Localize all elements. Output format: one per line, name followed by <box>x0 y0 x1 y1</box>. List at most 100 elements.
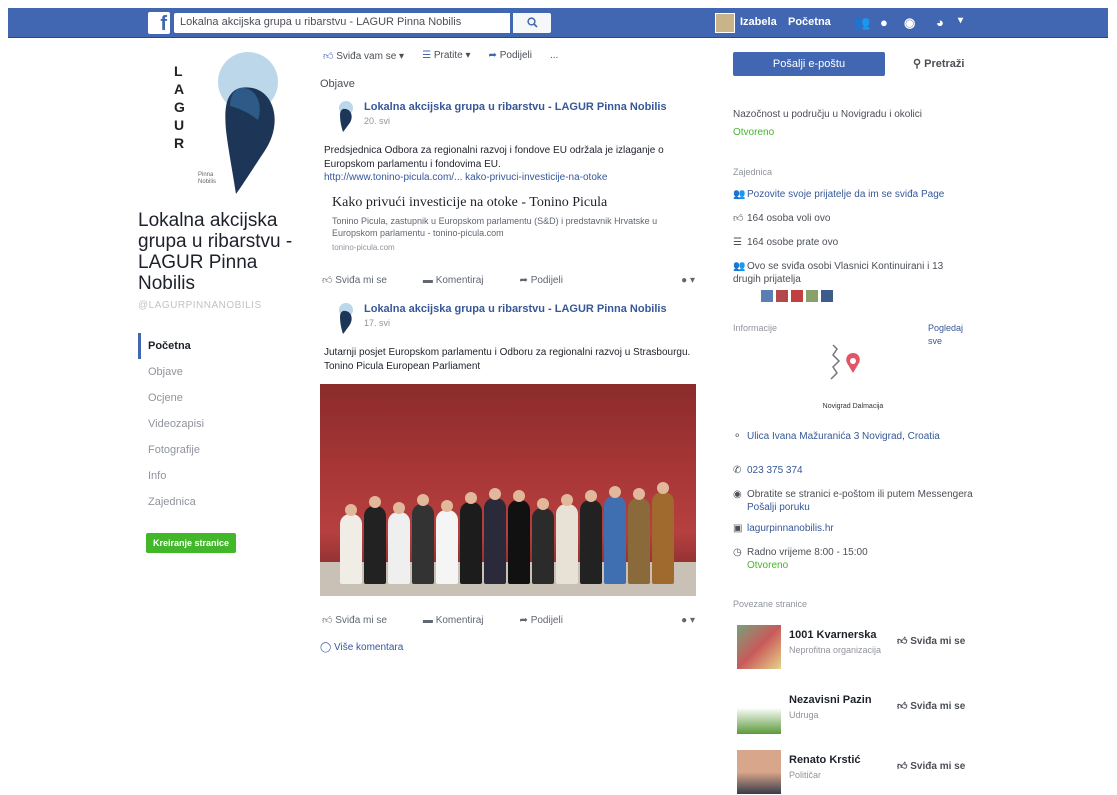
location-map[interactable]: Novigrad Dalmacija <box>793 335 913 425</box>
related-page-name[interactable]: Renato Krstić <box>789 754 861 766</box>
page-handle[interactable]: @LAGURPINNANOBILIS <box>138 300 293 311</box>
nav-item-info[interactable]: Info <box>138 463 293 489</box>
user-avatar[interactable] <box>715 13 735 33</box>
post-share-button[interactable]: ➦ Podijeli <box>520 275 563 286</box>
invite-friends-link[interactable]: 👥 Pozovite svoje prijatelje da im se sviđ… <box>733 188 973 201</box>
post-like-button[interactable]: 👍︎ Sviđa mi se <box>322 614 387 626</box>
post-like-button[interactable]: 👍︎ Sviđa mi se <box>322 274 387 286</box>
thumbs-up-icon: 👍︎ <box>733 213 744 224</box>
related-page-name[interactable]: Nezavisni Pazin <box>789 694 872 706</box>
thumbs-up-icon: 👍︎ <box>897 636 911 647</box>
facebook-logo-icon[interactable]: f <box>148 12 170 35</box>
page-share-button[interactable]: ➦ Podijeli <box>489 50 532 62</box>
post-audience-selector[interactable]: ● ▾ <box>681 275 705 286</box>
post-text: Predsjednica Odbora za regionalni razvoj… <box>324 145 664 170</box>
post-actions-bar: 👍︎ Sviđa mi se ▬ Komentiraj ➦ Podijeli ●… <box>320 274 705 287</box>
website-link[interactable]: ▣ lagurpinnanobilis.hr <box>733 522 834 535</box>
page-follow-button[interactable]: ☰ Pratite ▾ <box>422 50 470 62</box>
page-profile-picture[interactable]: L A G U R Pinna Nobilis <box>168 50 288 200</box>
related-page-name[interactable]: 1001 Kvarnerska <box>789 629 876 641</box>
comment-icon: ▬ <box>422 614 436 626</box>
avatar[interactable] <box>821 290 833 302</box>
nav-item-home[interactable]: Početna <box>138 333 293 359</box>
related-page-avatar[interactable] <box>737 750 781 794</box>
page-more-button[interactable]: ... <box>550 50 558 62</box>
messages-icon[interactable]: ● <box>880 15 888 30</box>
search-input[interactable]: Lokalna akcijska grupa u ribarstvu - LAG… <box>174 13 510 33</box>
section-title: Objave <box>320 78 355 90</box>
nav-item-videos[interactable]: Videozapisi <box>138 411 293 437</box>
comment-icon: ▬ <box>422 274 436 286</box>
post-author-avatar[interactable] <box>330 100 354 132</box>
page-search-button[interactable]: ⚲ Pretraži <box>913 57 964 70</box>
post-author-name[interactable]: Lokalna akcijska grupa u ribarstvu - LAG… <box>364 100 674 114</box>
phone-number[interactable]: ✆ 023 375 374 <box>733 464 803 477</box>
link-preview-title[interactable]: Kako privući investicije na otoke - Toni… <box>320 195 705 211</box>
related-page-like-button[interactable]: 👍︎ Sviđa mi se <box>897 635 965 647</box>
home-link[interactable]: Početna <box>788 16 831 28</box>
more-comments-link[interactable]: ◯ Više komentara <box>320 642 705 653</box>
post-text: Jutarnji posjet Europskom parlamentu i O… <box>324 347 691 372</box>
feed-post: Lokalna akcijska grupa u ribarstvu - LAG… <box>320 100 705 286</box>
related-page-like-button[interactable]: 👍︎ Sviđa mi se <box>897 700 965 712</box>
post-comment-button[interactable]: ▬ Komentiraj <box>423 275 484 286</box>
post-audience-selector[interactable]: ● ▾ <box>681 615 705 626</box>
nav-item-photos[interactable]: Fotografije <box>138 437 293 463</box>
lagur-logo-icon <box>218 52 278 194</box>
related-page-avatar[interactable] <box>737 690 781 734</box>
phone-icon: ✆ <box>733 465 742 476</box>
main-feed: 👍︎ Sviđa vam se ▾ ☰ Pratite ▾ ➦ Podijeli… <box>320 50 705 653</box>
comment-bubble-icon: ◯ <box>320 642 334 653</box>
link-preview-description: Tonino Picula, zastupnik u Europskom par… <box>332 216 658 238</box>
search-button[interactable] <box>513 13 551 33</box>
likes-count: 👍︎ 164 osoba voli ovo <box>733 213 831 224</box>
related-page-avatar[interactable] <box>737 625 781 669</box>
thumbs-up-icon: 👍︎ <box>322 615 336 626</box>
follows-count: ☰ 164 osobe prate ovo <box>733 237 839 248</box>
avatar[interactable] <box>806 290 818 302</box>
messenger-icon: ◉ <box>733 489 742 500</box>
opening-hours: ◷ Radno vrijeme 8:00 - 15:00 <box>733 547 868 558</box>
post-author-avatar[interactable] <box>330 302 354 334</box>
logo-caption: Pinna Nobilis <box>198 172 217 185</box>
friends-like-page: 👥 Ovo se sviđa osobi Vlasnici Kontinuiran… <box>733 261 944 285</box>
send-message-link[interactable]: Pošalji poruku <box>747 501 810 514</box>
notifications-icon[interactable]: ◉ <box>904 15 915 31</box>
post-author-name[interactable]: Lokalna akcijska grupa u ribarstvu - LAG… <box>364 302 674 316</box>
related-page-item: Nezavisni Pazin Udruga 👍︎ Sviđa mi se <box>733 690 973 740</box>
help-icon[interactable]: ◕ <box>936 15 944 30</box>
nav-item-posts[interactable]: Objave <box>138 359 293 385</box>
about-summary: Nazočnost u području u Novigradu i okoli… <box>733 109 922 120</box>
related-page-like-button[interactable]: 👍︎ Sviđa mi se <box>897 760 965 772</box>
profile-link[interactable]: Izabela <box>740 16 777 28</box>
create-page-button[interactable]: Kreiranje stranice <box>146 533 237 553</box>
nav-item-reviews[interactable]: Ocjene <box>138 385 293 411</box>
post-comment-button[interactable]: ▬ Komentiraj <box>423 615 484 626</box>
post-url[interactable]: http://www.tonino-picula.com/... kako-pr… <box>320 172 705 183</box>
post-timestamp[interactable]: 20. svi <box>364 116 674 126</box>
avatar[interactable] <box>791 290 803 302</box>
globe-icon: ▣ <box>733 523 743 534</box>
post-timestamp[interactable]: 17. svi <box>364 318 674 328</box>
send-email-button[interactable]: Pošalji e-poštu <box>733 52 885 76</box>
see-all-link[interactable]: Pogledaj sve <box>928 322 973 348</box>
avatar[interactable] <box>761 290 773 302</box>
map-pin-icon: ⚬ <box>733 431 742 442</box>
right-sidebar: Pošalji e-poštu ⚲ Pretraži Nazočnost u p… <box>733 50 973 794</box>
friend-requests-icon[interactable]: 👥 <box>854 15 870 31</box>
friend-avatars <box>761 290 833 302</box>
nav-item-community[interactable]: Zajednica <box>138 489 293 515</box>
address-link[interactable]: ⚬ Ulica Ivana Mažuranića 3 Novigrad, Croa… <box>733 430 953 443</box>
rss-icon: ☰ <box>733 237 742 248</box>
account-menu-chevron-icon[interactable]: ▾ <box>958 15 963 26</box>
related-page-category: Udruga <box>789 710 819 720</box>
map-label: Novigrad Dalmacija <box>822 403 884 410</box>
message-info: ◉ Obratite se stranici e-poštom ili putem… <box>733 489 973 500</box>
avatar[interactable] <box>776 290 788 302</box>
page-like-button[interactable]: 👍︎ Sviđa vam se ▾ <box>323 50 404 62</box>
post-share-button[interactable]: ➦ Podijeli <box>520 615 563 626</box>
search-icon <box>526 17 538 28</box>
thumbs-up-icon: 👍︎ <box>897 701 911 712</box>
top-navigation-bar: f Lokalna akcijska grupa u ribarstvu - L… <box>8 8 1108 38</box>
post-photo[interactable] <box>320 384 696 596</box>
